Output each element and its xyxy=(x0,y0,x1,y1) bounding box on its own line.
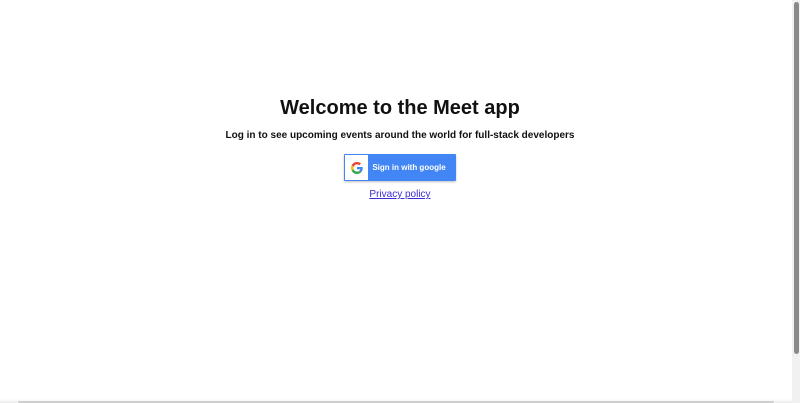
google-g-icon xyxy=(345,155,369,180)
page-content: Welcome to the Meet app Log in to see up… xyxy=(0,0,792,403)
google-signin-button[interactable]: Sign in with google xyxy=(344,154,456,181)
page-subtitle: Log in to see upcoming events around the… xyxy=(225,130,575,141)
google-signin-label: Sign in with google xyxy=(372,163,446,172)
scrollbar-thumb[interactable] xyxy=(794,2,799,354)
welcome-section: Welcome to the Meet app Log in to see up… xyxy=(0,96,800,201)
vertical-scrollbar[interactable] xyxy=(792,0,800,403)
page-title: Welcome to the Meet app xyxy=(280,97,520,119)
privacy-policy-link[interactable]: Privacy policy xyxy=(0,189,800,201)
app-viewport: Welcome to the Meet app Log in to see up… xyxy=(0,0,800,403)
